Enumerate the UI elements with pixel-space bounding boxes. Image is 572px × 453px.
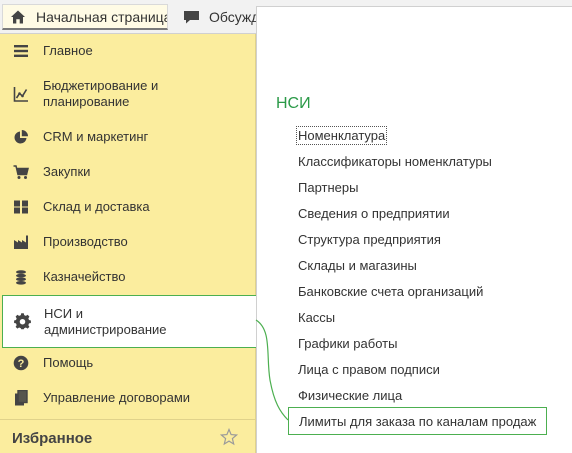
gear-icon: [13, 313, 31, 331]
sidebar-item-label: Производство: [43, 234, 128, 249]
section-panel: [256, 6, 572, 453]
sidebar-item-nsi-admin[interactable]: НСИ и администрирование: [2, 295, 256, 348]
link-company-info[interactable]: Сведения о предприятии: [298, 206, 450, 221]
sidebar-item-warehouse[interactable]: Склад и доставка: [0, 193, 256, 221]
svg-text:?: ?: [18, 358, 25, 370]
sidebar-item-production[interactable]: Производство: [0, 228, 256, 256]
link-nomenclature[interactable]: Номенклатура: [295, 126, 388, 145]
link-partners[interactable]: Партнеры: [298, 180, 358, 195]
sidebar: Главное Бюджетирование и планирование CR…: [0, 34, 256, 453]
sidebar-item-budgeting[interactable]: Бюджетирование и планирование: [0, 74, 256, 114]
documents-icon: [12, 389, 30, 407]
factory-icon: [12, 233, 30, 251]
question-icon: ?: [12, 354, 30, 372]
tab-home[interactable]: Начальная страница: [2, 4, 168, 30]
sidebar-item-crm[interactable]: CRM и маркетинг: [0, 123, 256, 151]
tab-discussions-label: Обсужд: [209, 9, 260, 25]
favorites-title: Избранное: [12, 430, 93, 447]
sidebar-item-help[interactable]: ? Помощь: [0, 349, 256, 377]
sidebar-item-label: Помощь: [43, 355, 94, 370]
sidebar-item-label: Бюджетирование и планирование: [43, 78, 159, 109]
sidebar-item-contracts[interactable]: Управление договорами: [0, 384, 256, 412]
sidebar-item-label: Главное: [43, 43, 93, 58]
link-company-structure[interactable]: Структура предприятия: [298, 232, 441, 247]
sidebar-divider: [0, 419, 256, 420]
link-individuals[interactable]: Физические лица: [298, 388, 402, 403]
link-signatories[interactable]: Лица с правом подписи: [298, 362, 440, 377]
sidebar-item-purchases[interactable]: Закупки: [0, 158, 256, 186]
sidebar-item-label: Склад и доставка: [43, 199, 150, 214]
sidebar-item-label: Закупки: [43, 164, 91, 179]
cart-icon: [12, 163, 30, 181]
link-sales-channel-limits[interactable]: Лимиты для заказа по каналам продаж: [288, 407, 547, 435]
chart-icon: [12, 85, 30, 103]
coins-icon: [12, 268, 30, 286]
link-bank-accounts[interactable]: Банковские счета организаций: [298, 284, 483, 299]
warehouse-grid-icon: [12, 198, 30, 216]
link-work-schedules[interactable]: Графики работы: [298, 336, 397, 351]
tab-discussions[interactable]: Обсужд: [172, 4, 262, 30]
sidebar-item-treasury[interactable]: Казначейство: [0, 263, 256, 291]
home-icon: [9, 8, 27, 26]
sidebar-item-main[interactable]: Главное: [0, 37, 256, 65]
pie-chart-icon: [12, 128, 30, 146]
section-title: НСИ: [276, 95, 311, 112]
sidebar-item-label: Управление договорами: [43, 390, 191, 405]
star-icon[interactable]: [219, 427, 239, 446]
sidebar-item-label: НСИ и администрирование: [44, 305, 167, 337]
link-nomenclature-classifiers[interactable]: Классификаторы номенклатуры: [298, 154, 492, 169]
sidebar-item-label: Казначейство: [43, 269, 126, 284]
tab-home-label: Начальная страница: [36, 8, 168, 25]
link-cash-desks[interactable]: Кассы: [298, 310, 335, 325]
sidebar-item-label: CRM и маркетинг: [43, 129, 149, 144]
menu-lines-icon: [12, 42, 30, 60]
link-warehouses-stores[interactable]: Склады и магазины: [298, 258, 417, 273]
speech-bubble-icon: [182, 8, 200, 26]
